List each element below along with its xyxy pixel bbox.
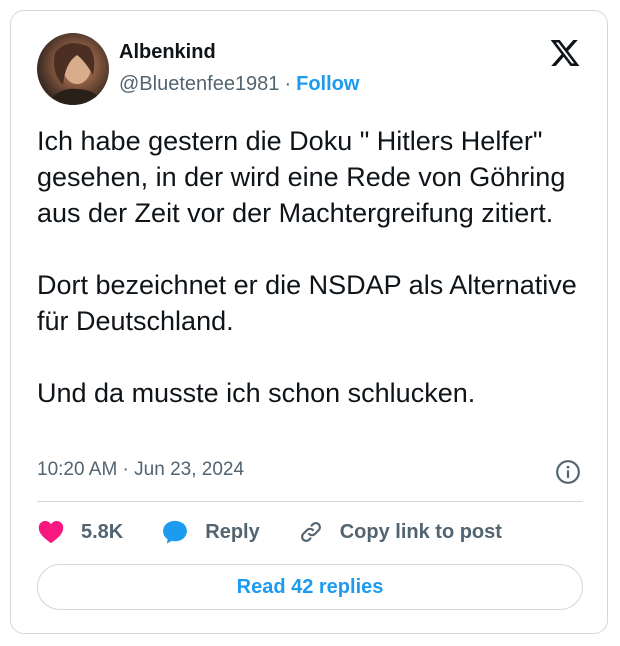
- author-handle-row: @Bluetenfee1981 · Follow: [119, 73, 359, 96]
- separator-dot: ·: [284, 73, 292, 95]
- action-bar: 5.8K Reply Copy link to post: [37, 517, 502, 547]
- like-button[interactable]: 5.8K: [37, 518, 123, 546]
- tweet-paragraph: Und da musste ich schon schlucken.: [37, 378, 476, 408]
- tweet-card: Albenkind @Bluetenfee1981 · Follow Ich hab…: [10, 10, 608, 634]
- link-icon: [300, 522, 321, 542]
- read-replies-button[interactable]: Read 42 replies: [37, 564, 583, 610]
- follow-button[interactable]: Follow: [296, 73, 359, 95]
- copy-link-label: Copy link to post: [339, 520, 502, 543]
- author-handle[interactable]: @Bluetenfee1981: [119, 73, 279, 95]
- tweet-paragraph: Ich habe gestern die Doku " Hitlers Helf…: [37, 126, 566, 228]
- heart-icon: [38, 521, 64, 544]
- tweet-paragraph: Dort bezeichnet er die NSDAP als Alterna…: [37, 270, 577, 336]
- info-icon[interactable]: [555, 459, 581, 485]
- reply-button[interactable]: Reply: [161, 518, 260, 546]
- avatar-photo: [47, 43, 103, 105]
- like-count: 5.8K: [81, 520, 124, 543]
- speech-bubble-icon: [163, 520, 188, 544]
- reply-label: Reply: [205, 520, 260, 543]
- author-display-name[interactable]: Albenkind: [119, 41, 216, 64]
- tweet-text: Ich habe gestern die Doku " Hitlers Helf…: [37, 123, 587, 411]
- avatar[interactable]: [37, 33, 109, 105]
- divider: [37, 501, 583, 502]
- tweet-timestamp[interactable]: 10:20 AM · Jun 23, 2024: [37, 459, 244, 481]
- copy-link-button[interactable]: Copy link to post: [298, 519, 502, 545]
- x-logo-icon[interactable]: [549, 37, 581, 69]
